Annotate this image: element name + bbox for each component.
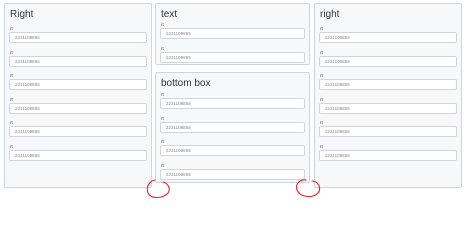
annotation-circle-right (296, 179, 321, 198)
annotation-overlay (146, 179, 321, 199)
annotation-circle-left (146, 179, 170, 199)
